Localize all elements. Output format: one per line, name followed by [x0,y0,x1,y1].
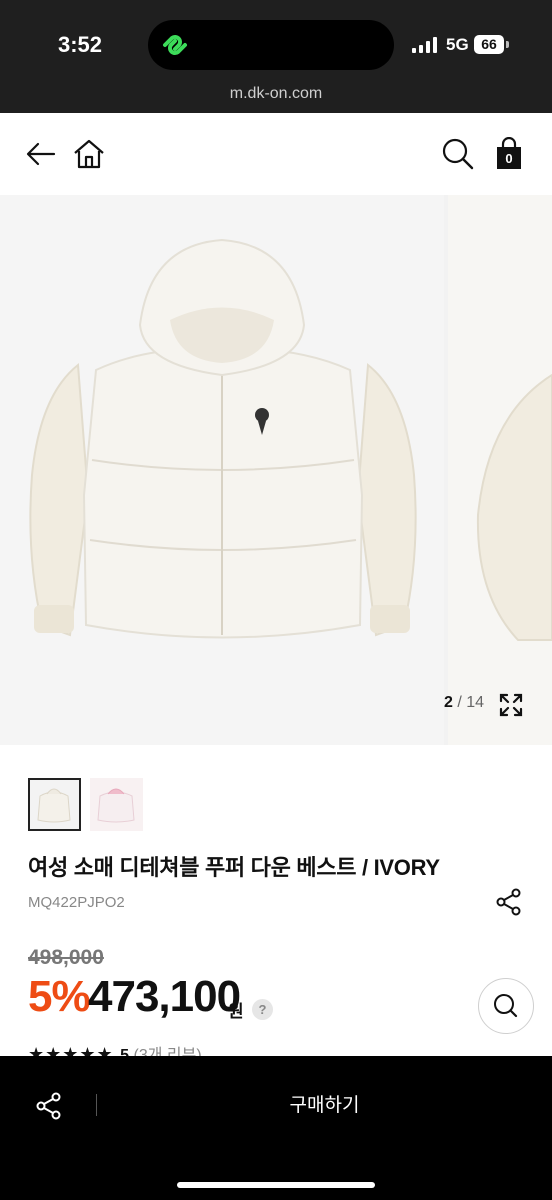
product-image[interactable] [0,195,444,745]
battery-tip [506,41,509,48]
url-bar[interactable]: m.dk-on.com [0,80,552,113]
cart-button[interactable]: 0 [496,136,522,171]
link-app-icon [163,35,187,55]
status-time: 3:52 [58,32,103,57]
battery-icon: 66 [474,35,504,54]
image-counter: 2 / 14 [444,694,484,712]
image-counter-total: 14 [466,694,485,711]
discount-rate: 5% [28,972,91,1021]
search-icon [494,994,518,1018]
swatch-pink-image [97,788,135,823]
floating-search-button[interactable] [478,978,534,1034]
product-gallery[interactable]: 2 / 14 [0,195,552,745]
sale-price: 473,100 [88,972,241,1021]
image-counter-separator: / [457,694,462,711]
swatch-pink[interactable] [90,778,143,831]
search-icon[interactable] [441,137,475,171]
back-arrow-icon[interactable] [24,137,58,171]
product-title: 여성 소매 디테쳐블 푸퍼 다운 베스트 / IVORY [28,855,440,880]
product-sku: MQ422PJPO2 [28,894,125,911]
image-counter-current: 2 [444,694,453,711]
purchase-bar: 구매하기 [0,1056,552,1200]
cart-count: 0 [505,151,513,166]
jacket-illustration [29,238,417,639]
home-icon[interactable] [72,137,106,171]
next-product-image[interactable] [448,195,552,745]
swatch-ivory[interactable] [28,778,81,831]
dynamic-island [148,20,394,70]
signal-icon [412,37,437,53]
network-type: 5G [446,35,469,54]
price-help-icon[interactable]: ? [252,999,273,1020]
buy-button[interactable]: 구매하기 [97,1086,552,1126]
share-icon[interactable] [35,1092,63,1120]
jacket-partial-illustration [476,373,552,641]
status-bar: 3:52 5G 66 [0,0,552,80]
currency-unit: 원 [228,1002,244,1021]
fullscreen-icon[interactable] [499,693,523,717]
swatch-ivory-image [37,788,71,823]
original-price: 498,000 [28,946,104,969]
home-indicator[interactable] [177,1182,375,1188]
share-icon[interactable] [494,887,524,917]
page-header: 0 [0,113,552,195]
